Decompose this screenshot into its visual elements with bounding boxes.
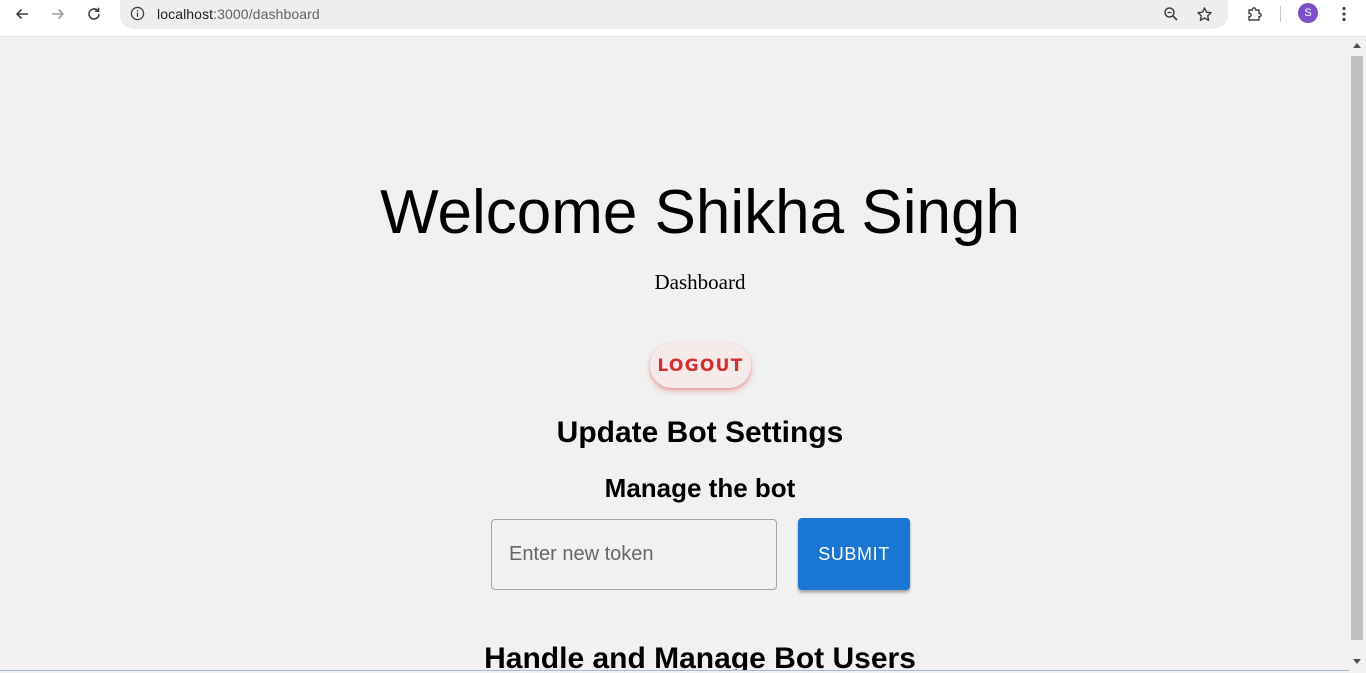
kebab-menu-icon — [1342, 6, 1346, 22]
extensions-button[interactable] — [1243, 2, 1267, 26]
submit-button[interactable]: SUBMIT — [798, 518, 910, 590]
address-bar[interactable]: localhost:3000/dashboard — [120, 0, 1228, 29]
dashboard-page: Welcome Shikha Singh Dashboard LOGOUT Up… — [0, 37, 1349, 670]
bookmark-button[interactable] — [1193, 3, 1215, 25]
arrow-left-icon — [15, 8, 28, 20]
site-info-button[interactable] — [128, 4, 146, 22]
manage-users-heading: Handle and Manage Bot Users — [484, 642, 916, 670]
page-subtitle: Dashboard — [654, 270, 746, 294]
scrollbar-thumb[interactable] — [1351, 56, 1363, 640]
scroll-down-arrow[interactable] — [1352, 656, 1362, 666]
star-icon — [1196, 6, 1212, 21]
url-path: :3000/dashboard — [213, 6, 320, 22]
puzzle-icon — [1248, 7, 1262, 21]
scroll-up-arrow[interactable] — [1352, 41, 1362, 51]
reload-button[interactable] — [82, 2, 106, 26]
toolbar-divider — [1280, 6, 1281, 22]
url-text: localhost:3000/dashboard — [157, 6, 320, 22]
forward-button[interactable] — [46, 2, 70, 26]
browser-menu-button[interactable] — [1332, 2, 1356, 26]
token-input[interactable] — [491, 519, 777, 590]
manage-bot-heading: Manage the bot — [604, 473, 796, 503]
reload-icon — [88, 7, 100, 20]
url-host: localhost — [157, 6, 214, 22]
info-icon — [130, 6, 144, 20]
zoom-button[interactable] — [1160, 3, 1182, 25]
welcome-heading: Welcome Shikha Singh — [380, 178, 1020, 247]
caret-up-icon — [1353, 43, 1361, 48]
back-button[interactable] — [10, 2, 34, 26]
profile-avatar[interactable]: S — [1298, 3, 1318, 23]
logout-button[interactable]: LOGOUT — [650, 343, 751, 388]
arrow-right-icon — [52, 8, 65, 20]
update-settings-heading: Update Bot Settings — [556, 416, 844, 449]
caret-down-icon — [1353, 659, 1361, 664]
browser-toolbar: localhost:3000/dashboard S — [0, 0, 1366, 37]
zoom-icon — [1164, 7, 1178, 21]
